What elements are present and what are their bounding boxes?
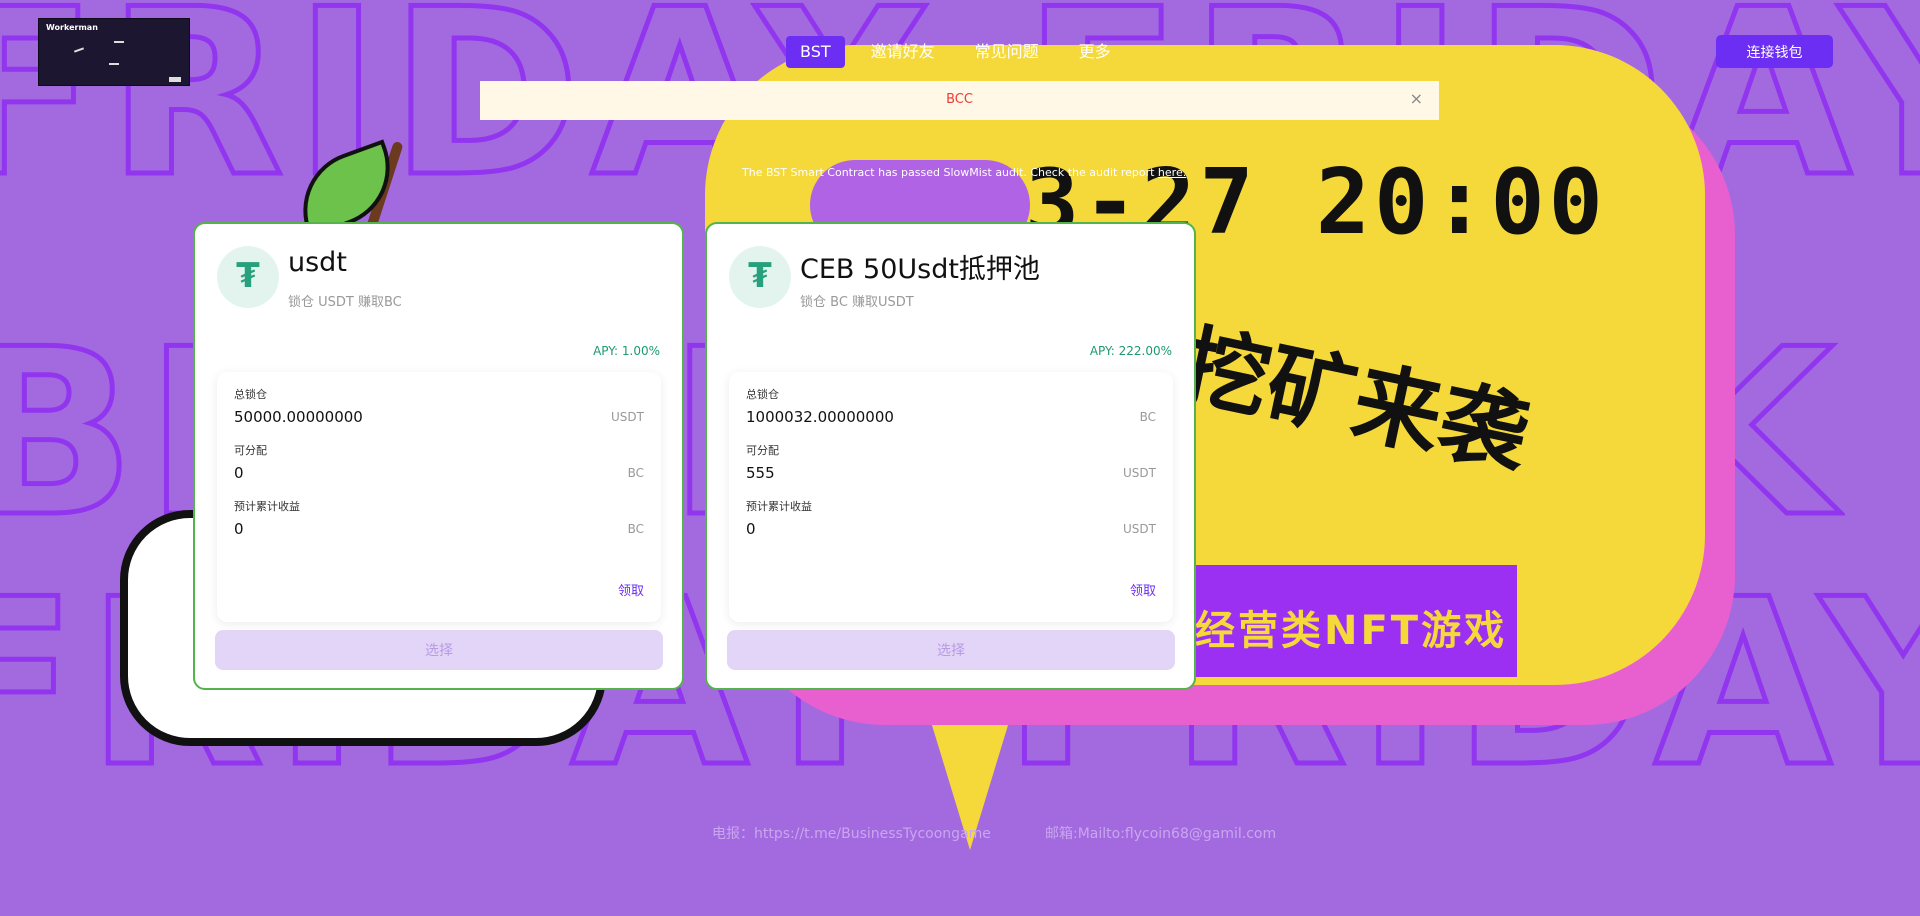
stat-value-total-locked: 50000.00000000 bbox=[234, 408, 363, 426]
notice-text: BCC bbox=[946, 92, 973, 107]
tether-icon: ₮ bbox=[217, 246, 279, 308]
stat-label-total-locked: 总锁仓 bbox=[746, 388, 779, 401]
logo-mark bbox=[109, 63, 119, 65]
pool-title: CEB 50Usdt抵押池 bbox=[800, 254, 1040, 285]
stat-unit-estimated-earnings: USDT bbox=[1123, 522, 1156, 536]
stat-unit-distributable: USDT bbox=[1123, 466, 1156, 480]
stat-unit-estimated-earnings: BC bbox=[627, 522, 644, 536]
stat-value-distributable: 0 bbox=[234, 464, 244, 482]
nav-item-invite[interactable]: 邀请好友 bbox=[857, 36, 949, 68]
claim-link[interactable]: 领取 bbox=[618, 580, 644, 599]
stat-label-total-locked: 总锁仓 bbox=[234, 388, 267, 401]
stat-value-distributable: 555 bbox=[746, 464, 775, 482]
select-pool-button[interactable]: 选择 bbox=[727, 630, 1175, 670]
connect-wallet-button[interactable]: 连接钱包 bbox=[1716, 35, 1833, 68]
pool-card-usdt: ₮ usdt 锁仓 USDT 赚取BC APY: 1.00% 总锁仓 50000… bbox=[193, 222, 684, 690]
pool-title: usdt bbox=[288, 247, 347, 278]
main-nav: BST 邀请好友 常见问题 更多 bbox=[786, 36, 1137, 68]
stat-unit-distributable: BC bbox=[627, 466, 644, 480]
audit-report-link[interactable]: here. bbox=[1158, 166, 1186, 179]
claim-link[interactable]: 领取 bbox=[1130, 580, 1156, 599]
nav-item-more[interactable]: 更多 bbox=[1065, 36, 1125, 68]
footer-telegram[interactable]: 电报：https://t.me/BusinessTycoongame bbox=[712, 823, 991, 843]
pool-card-ceb: ₮ CEB 50Usdt抵押池 锁仓 BC 赚取USDT APY: 222.00… bbox=[705, 222, 1196, 690]
logo[interactable]: Workerman bbox=[38, 18, 190, 86]
pool-stats: 总锁仓 1000032.00000000 BC 可分配 555 USDT 预计累… bbox=[729, 372, 1173, 622]
stat-value-estimated-earnings: 0 bbox=[746, 520, 756, 538]
audit-notice: The BST Smart Contract has passed SlowMi… bbox=[742, 166, 1186, 179]
close-icon[interactable]: × bbox=[1410, 89, 1423, 108]
logo-mark bbox=[169, 77, 181, 82]
footer-email[interactable]: 邮箱:Mailto:flycoin68@gamil.com bbox=[1045, 823, 1276, 843]
pool-apy: APY: 1.00% bbox=[593, 344, 660, 358]
nav-item-bst[interactable]: BST bbox=[786, 36, 845, 68]
pool-subtitle: 锁仓 USDT 赚取BC bbox=[288, 295, 402, 310]
notice-bar: BCC × bbox=[480, 81, 1439, 120]
pool-stats: 总锁仓 50000.00000000 USDT 可分配 0 BC 预计累计收益 … bbox=[217, 372, 661, 622]
nav-item-faq[interactable]: 常见问题 bbox=[961, 36, 1053, 68]
stat-unit-total-locked: BC bbox=[1139, 410, 1156, 424]
logo-mark bbox=[114, 41, 124, 43]
stat-value-estimated-earnings: 0 bbox=[234, 520, 244, 538]
stat-label-estimated-earnings: 预计累计收益 bbox=[746, 500, 812, 513]
logo-text: Workerman bbox=[46, 23, 98, 32]
select-pool-button[interactable]: 选择 bbox=[215, 630, 663, 670]
stat-label-distributable: 可分配 bbox=[746, 444, 779, 457]
tether-icon: ₮ bbox=[729, 246, 791, 308]
logo-mark bbox=[73, 47, 85, 53]
stat-label-distributable: 可分配 bbox=[234, 444, 267, 457]
pool-subtitle: 锁仓 BC 赚取USDT bbox=[800, 295, 914, 310]
banner-nft-text: 经营类NFT游戏 bbox=[1195, 608, 1508, 654]
pool-apy: APY: 222.00% bbox=[1089, 344, 1172, 358]
stat-unit-total-locked: USDT bbox=[611, 410, 644, 424]
audit-text: The BST Smart Contract has passed SlowMi… bbox=[742, 166, 1158, 179]
stat-value-total-locked: 1000032.00000000 bbox=[746, 408, 894, 426]
stat-label-estimated-earnings: 预计累计收益 bbox=[234, 500, 300, 513]
